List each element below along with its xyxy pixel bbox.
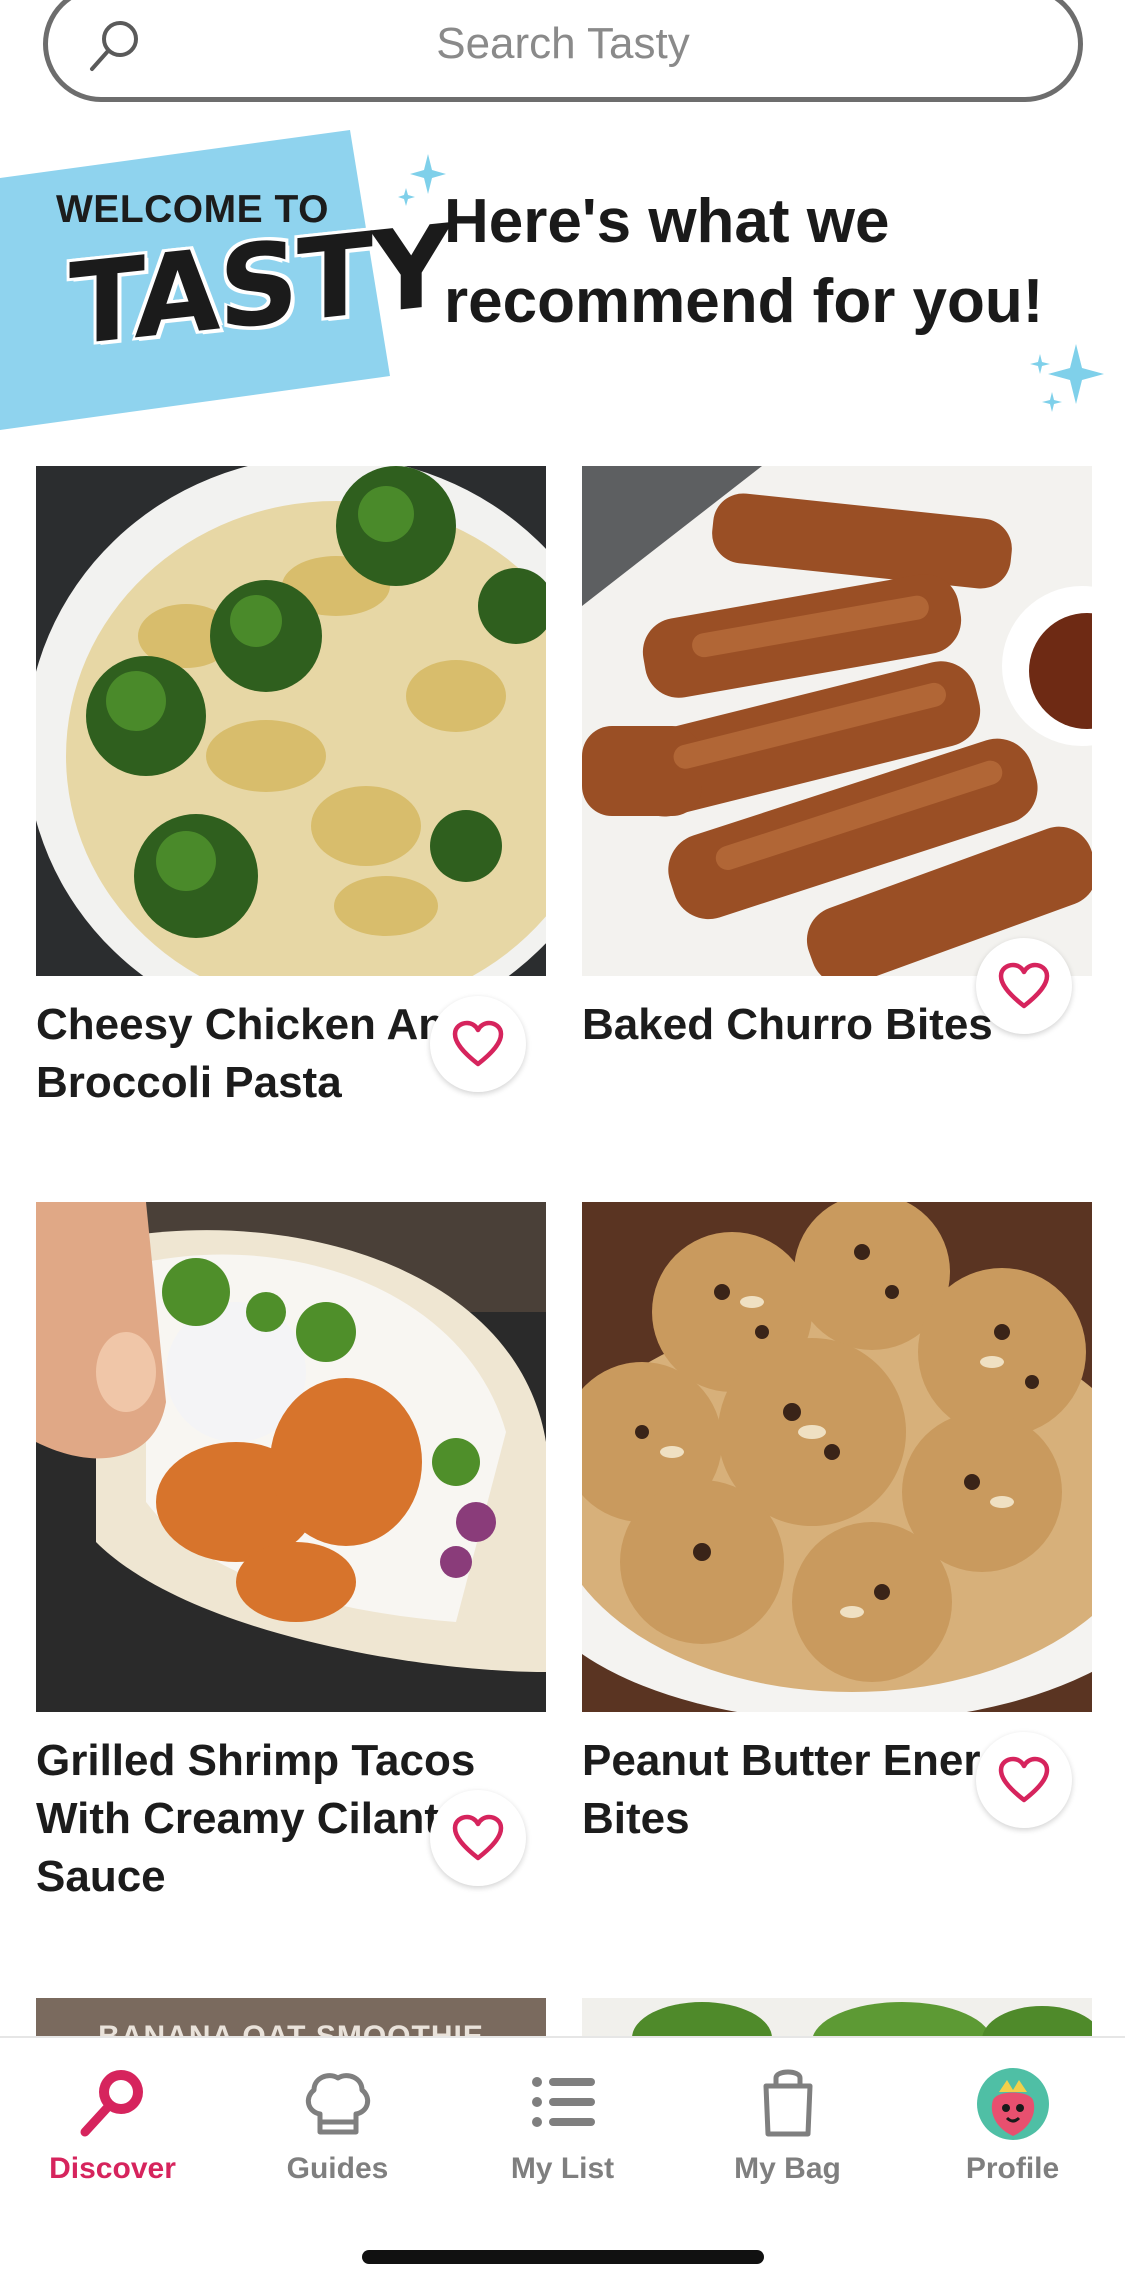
tab-label: Discover: [49, 2152, 176, 2185]
list-icon: [531, 2077, 595, 2127]
search-bar[interactable]: [43, 0, 1083, 102]
recommendation-headline: Here's what we recommend for you!: [444, 187, 1044, 336]
recipe-photo: [632, 2002, 1092, 2038]
heart-icon: [452, 1020, 504, 1067]
sparkle-icon: [398, 154, 446, 206]
bag-icon: [763, 2069, 812, 2137]
recipe-card[interactable]: Grilled Shrimp Tacos With Creamy Cilantr…: [36, 1202, 546, 1906]
tab-guides[interactable]: Guides: [225, 2062, 450, 2212]
recipe-card[interactable]: Baked Churro Bites: [582, 466, 1092, 1054]
recipe-card[interactable]: Cheesy Chicken And Broccoli Pasta: [36, 466, 546, 1112]
tab-bar: Discover Guides My List My Bag Profile: [0, 2036, 1125, 2284]
recipe-card-partial[interactable]: [582, 1998, 1092, 2038]
tab-discover[interactable]: Discover: [0, 2062, 225, 2212]
recipe-card-partial[interactable]: BANANA OAT SMOOTHIE: [36, 1998, 546, 2038]
recipe-photo: [582, 466, 1092, 976]
recipe-photo: [36, 466, 546, 976]
tab-my-bag[interactable]: My Bag: [675, 2062, 900, 2212]
recipe-photo: [36, 1202, 546, 1712]
favorite-button[interactable]: [430, 996, 526, 1092]
tab-label: My List: [510, 2152, 615, 2185]
tab-my-list[interactable]: My List: [450, 2062, 675, 2212]
strawberry-avatar-icon: [976, 2068, 1049, 2140]
heart-icon: [998, 1756, 1050, 1803]
recipe-photo: [582, 1202, 1092, 1712]
chef-hat-icon: [305, 2073, 370, 2135]
recipe-card[interactable]: Peanut Butter Energy Bites: [582, 1202, 1092, 1848]
search-icon: [80, 2070, 143, 2137]
tab-label: Guides: [286, 2152, 389, 2185]
sparkle-icon: [1030, 344, 1104, 412]
heart-icon: [998, 962, 1050, 1009]
tab-profile[interactable]: Profile: [900, 2062, 1125, 2212]
favorite-button[interactable]: [430, 1790, 526, 1886]
home-indicator[interactable]: [362, 2250, 764, 2264]
favorite-button[interactable]: [976, 938, 1072, 1034]
heart-icon: [452, 1814, 504, 1861]
welcome-banner: WELCOME TO TASTY: [0, 130, 449, 430]
favorite-button[interactable]: [976, 1732, 1072, 1828]
search-input[interactable]: [48, 13, 1078, 75]
tab-label: Profile: [965, 2152, 1060, 2185]
tab-label: My Bag: [734, 2152, 841, 2185]
